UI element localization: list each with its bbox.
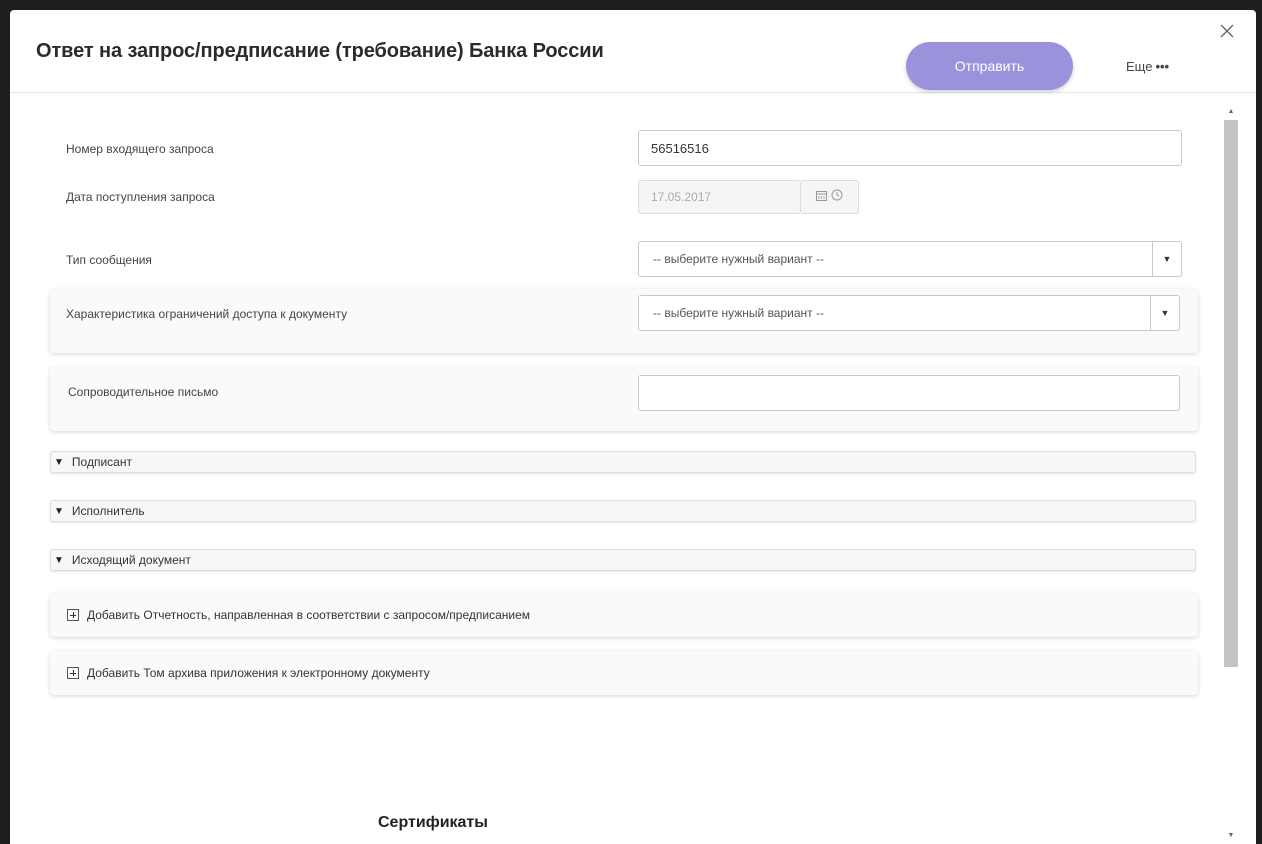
send-button-label: Отправить [954,58,1025,74]
add-reporting-label: Добавить Отчетность, направленная в соот… [87,608,530,622]
scrollbar-thumb[interactable] [1224,120,1238,667]
add-reporting-button[interactable]: Добавить Отчетность, направленная в соот… [67,608,530,622]
dialog-content: Номер входящего запроса 56516516 Дата по… [10,93,1222,844]
clock-icon[interactable] [831,188,843,206]
certificates-heading: Сертификаты [378,814,488,831]
more-dots-icon: ••• [1155,59,1170,74]
request-date-label: Дата поступления запроса [66,190,215,204]
dialog-header: Ответ на запрос/предписание (требование)… [10,10,1256,93]
date-picker-buttons[interactable] [801,180,859,214]
scroll-up-icon[interactable]: ▲ [1224,106,1238,118]
plus-box-icon [67,667,79,679]
message-type-select[interactable]: -- выберите нужный вариант -- ▼ [638,241,1182,277]
access-restriction-value: -- выберите нужный вариант -- [653,306,824,320]
cover-letter-input[interactable] [638,375,1180,411]
triangle-down-icon: ▼ [54,456,64,468]
section-signatory[interactable]: ▼ Подписант [50,451,1196,473]
more-menu-button[interactable]: Еще ••• [1126,59,1169,74]
request-number-input[interactable]: 56516516 [638,130,1182,166]
request-date-input[interactable]: 17.05.2017 [638,180,801,214]
triangle-down-icon: ▼ [54,554,64,566]
access-restriction-card: Характеристика ограничений доступа к док… [50,289,1198,353]
modal-dialog: Ответ на запрос/предписание (требование)… [10,10,1256,844]
section-label: Исходящий документ [71,553,191,567]
add-archive-button[interactable]: Добавить Том архива приложения к электро… [67,666,430,680]
message-type-value: -- выберите нужный вариант -- [653,252,824,266]
calendar-icon[interactable] [816,188,827,206]
more-label: Еще [1126,59,1153,74]
access-restriction-select[interactable]: -- выберите нужный вариант -- ▼ [638,295,1180,331]
dropdown-arrow-icon[interactable]: ▼ [1150,296,1179,330]
section-outgoing-document[interactable]: ▼ Исходящий документ [50,549,1196,571]
access-restriction-label: Характеристика ограничений доступа к док… [66,307,348,321]
triangle-down-icon: ▼ [54,505,64,517]
scroll-down-icon[interactable]: ▼ [1224,830,1238,842]
cover-letter-label: Сопроводительное письмо [68,385,219,399]
dialog-title: Ответ на запрос/предписание (требование)… [36,40,604,62]
cover-letter-card: Сопроводительное письмо [50,367,1198,431]
section-label: Исполнитель [71,504,145,518]
send-button[interactable]: Отправить [906,42,1073,90]
section-executor[interactable]: ▼ Исполнитель [50,500,1196,522]
add-archive-label: Добавить Том архива приложения к электро… [87,666,430,680]
request-number-label: Номер входящего запроса [66,142,214,156]
section-label: Подписант [71,455,132,469]
add-reporting-card: Добавить Отчетность, направленная в соот… [50,593,1198,637]
close-icon[interactable] [1220,24,1238,42]
plus-box-icon [67,609,79,621]
add-archive-card: Добавить Том архива приложения к электро… [50,651,1198,695]
message-type-label: Тип сообщения [66,253,152,267]
dropdown-arrow-icon[interactable]: ▼ [1152,242,1181,276]
